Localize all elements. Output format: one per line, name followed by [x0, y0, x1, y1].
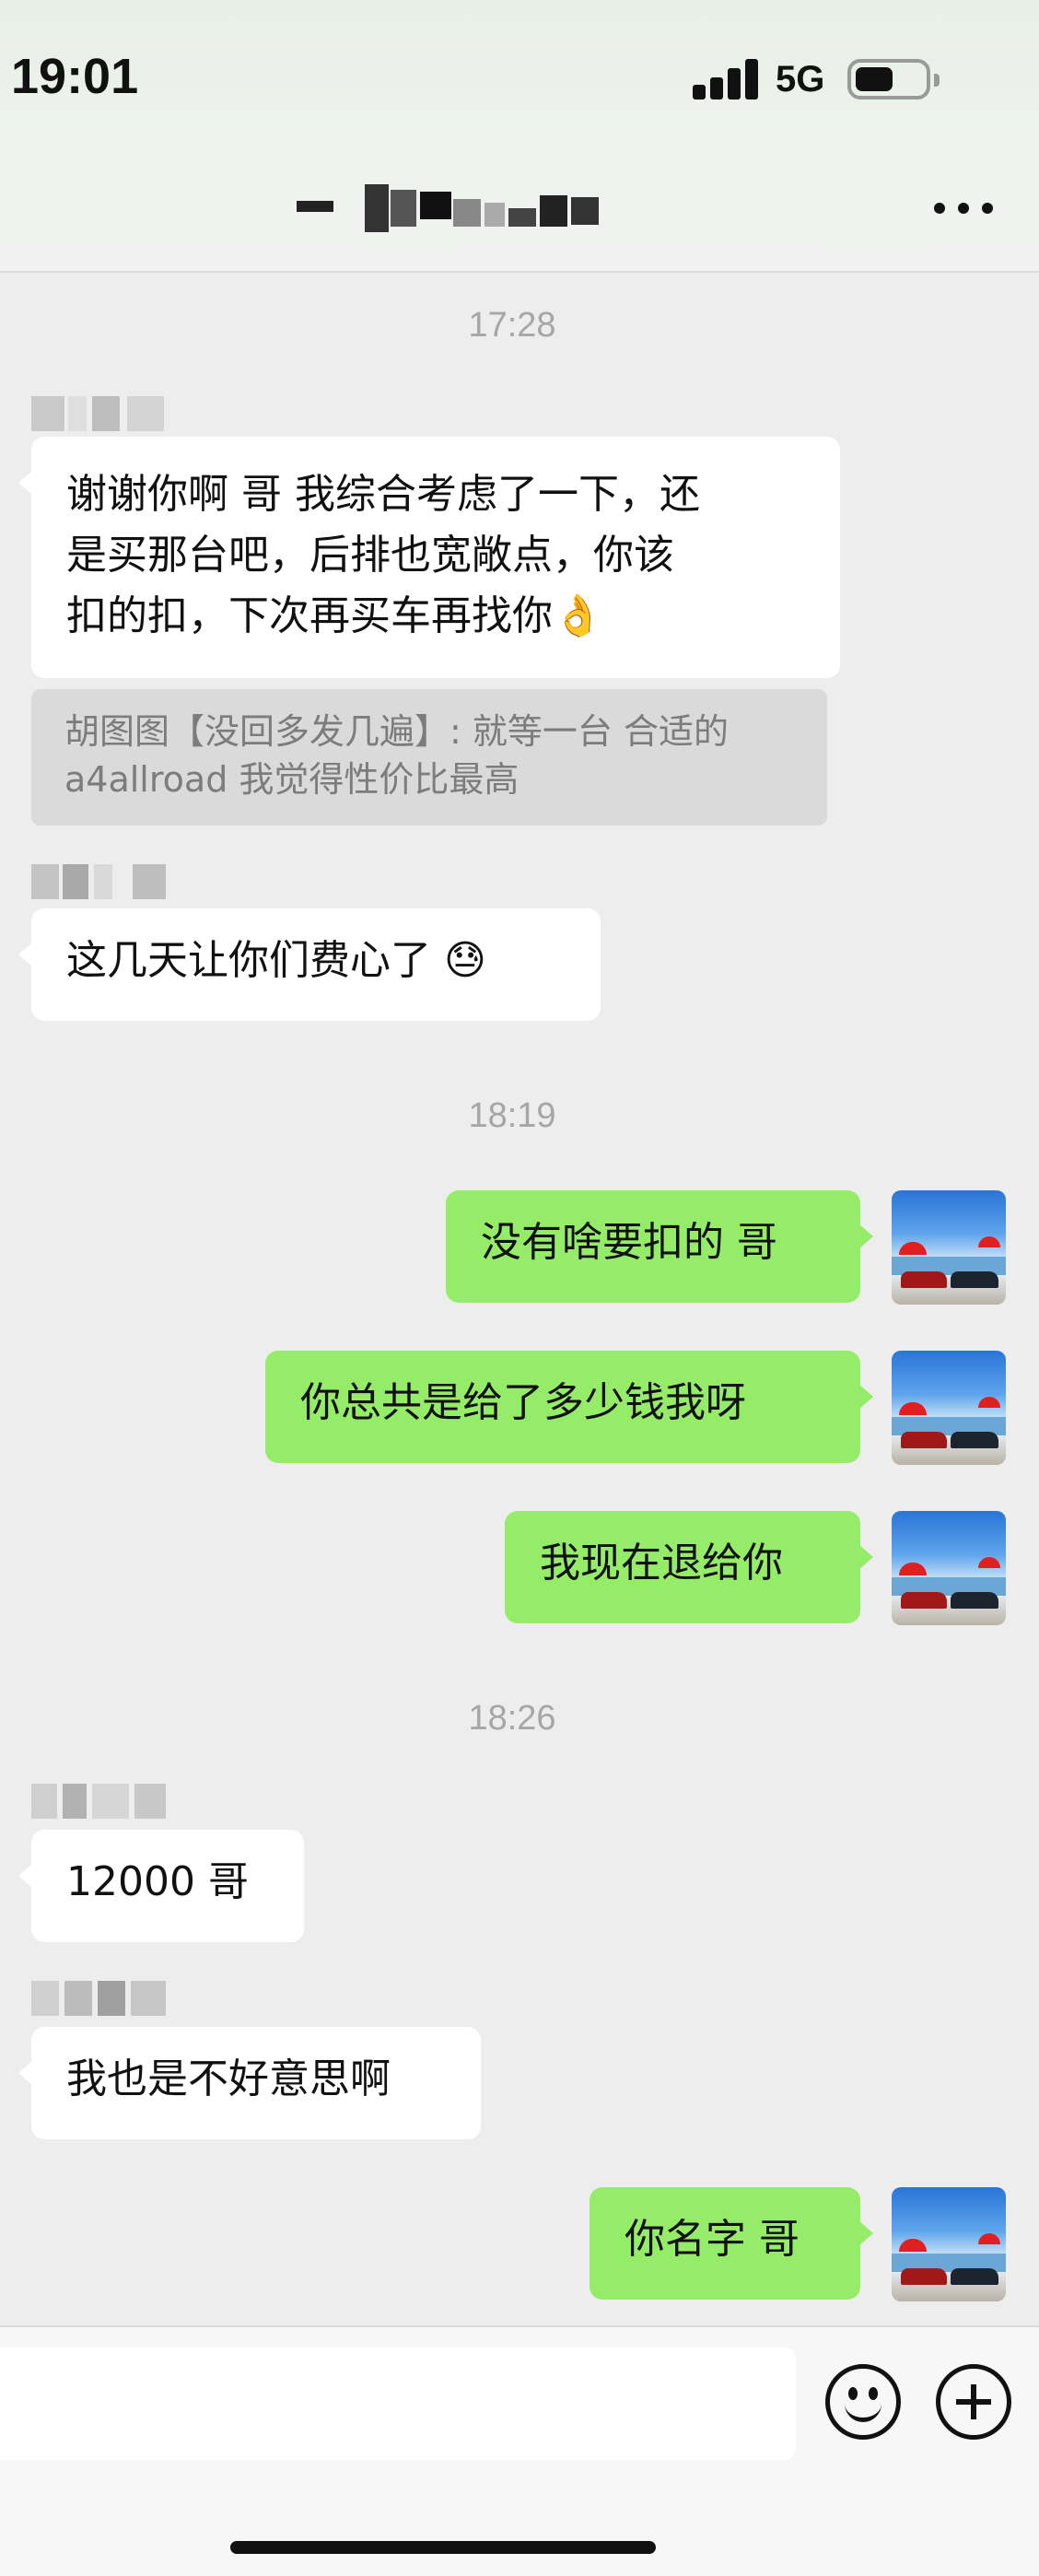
chat-title-pixelated: [297, 184, 601, 232]
message-bubble-incoming[interactable]: 谢谢你啊 哥 我综合考虑了一下，还 是买那台吧，后排也宽敞点，你该 扣的扣，下次…: [18, 437, 840, 678]
chat-screen: 19:01 5G 17:28 谢谢你啊 哥 我综合考虑了一下，还 是买那台吧，后…: [0, 0, 1039, 2576]
home-indicator: [230, 2541, 656, 2554]
message-bubble-outgoing[interactable]: 你总共是给了多少钱我呀: [265, 1351, 873, 1463]
signal-icon: [693, 57, 759, 100]
message-bubble-outgoing[interactable]: 没有啥要扣的 哥: [446, 1190, 873, 1303]
message-bubble-outgoing[interactable]: 我现在退给你: [505, 1511, 873, 1623]
message-bubble-incoming[interactable]: 我也是不好意思啊: [18, 2027, 481, 2139]
battery-icon: [847, 59, 940, 100]
message-bubble-outgoing[interactable]: 你名字 哥: [590, 2187, 873, 2300]
more-icon[interactable]: [930, 197, 997, 219]
message-line: 扣的扣，下次再买车再找你👌: [66, 592, 603, 639]
user-avatar[interactable]: [892, 1190, 1006, 1305]
user-avatar[interactable]: [892, 2187, 1006, 2301]
sender-name-blurred: [31, 396, 169, 431]
message-input[interactable]: [0, 2348, 796, 2460]
message-line: 是买那台吧，后排也宽敞点，你该: [66, 532, 674, 579]
message-line: 谢谢你啊 哥 我综合考虑了一下，还: [66, 471, 700, 518]
plus-circle-icon[interactable]: [936, 2364, 1011, 2440]
network-type: 5G: [776, 59, 825, 100]
sender-name-blurred: [31, 1981, 169, 2016]
message-bubble-incoming[interactable]: 这几天让你们费心了 😓: [18, 908, 601, 1021]
timestamp: 17:28: [468, 306, 556, 345]
message-bubble-incoming[interactable]: 12000 哥: [18, 1830, 304, 1942]
emoji-smile-icon[interactable]: [825, 2364, 901, 2440]
status-time: 19:01: [11, 49, 139, 104]
top-bar: 19:01 5G: [0, 0, 1039, 273]
quoted-line: 胡图图【没回多发几遍】: 就等一台 合适的: [64, 711, 729, 752]
input-bar: [0, 2325, 1039, 2576]
timestamp: 18:19: [468, 1096, 556, 1135]
sender-name-blurred: [31, 1784, 169, 1819]
quoted-message[interactable]: 胡图图【没回多发几遍】: 就等一台 合适的 a4allroad 我觉得性价比最高: [31, 689, 827, 825]
quoted-line: a4allroad 我觉得性价比最高: [64, 759, 520, 800]
user-avatar[interactable]: [892, 1351, 1006, 1465]
sender-name-blurred: [31, 864, 169, 899]
user-avatar[interactable]: [892, 1511, 1006, 1625]
timestamp: 18:26: [468, 1699, 556, 1738]
